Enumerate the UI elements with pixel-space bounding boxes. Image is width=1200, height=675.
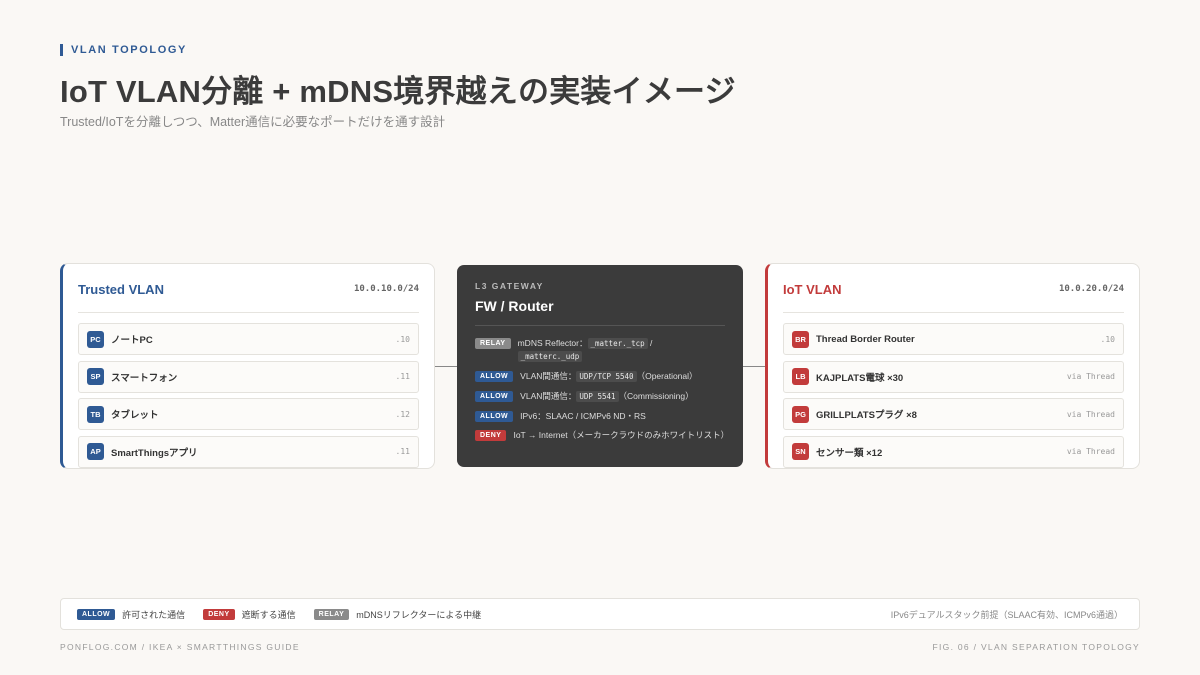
page-subtitle: Trusted/IoTを分離しつつ、Matter通信に必要なポートだけを通す設計 — [60, 115, 446, 129]
page-title: IoT VLAN分離 + mDNS境界越えの実装イメージ — [60, 74, 736, 109]
device-badge: AP — [87, 443, 104, 460]
device-badge: PC — [87, 330, 104, 348]
gateway-iot-link — [743, 366, 765, 367]
footer-figure-label: FIG. 06 / VLAN SEPARATION TOPOLOGY — [932, 642, 1140, 652]
rule-text: mDNS Reflector： _matter._tcp / _matterc._… — [517, 338, 653, 362]
deny-tag: DENY — [203, 608, 235, 620]
rule-code: _matter._tcp — [587, 338, 648, 349]
legend-deny-label: 遮断する通信 — [241, 609, 296, 620]
section-eyebrow: VLAN TOPOLOGY — [60, 44, 187, 56]
firewall-rules: RELAY mDNS Reflector： _matter._tcp / _mat… — [475, 337, 730, 441]
iot-vlan-header: IoT VLAN 10.0.20.0/24 — [783, 276, 1124, 313]
rule-item: ALLOW VLAN間通信： UDP/TCP 5540 （Operational） — [475, 370, 725, 383]
trusted-gateway-link — [435, 366, 457, 367]
device-badge: SN — [792, 443, 809, 460]
device-name: ノートPC — [111, 335, 153, 346]
device-badge: LB — [792, 368, 809, 385]
rule-code: UDP 5541 — [576, 390, 619, 402]
rule-item: ALLOW VLAN間通信： UDP 5541 （Commissioning） — [475, 390, 725, 403]
relay-tag: RELAY — [313, 608, 350, 620]
trusted-vlan-card: Trusted VLAN 10.0.10.0/24 PC ノートPC .10 SP… — [60, 263, 435, 469]
rule-text: VLAN間通信： UDP/TCP 5540 （Operational） — [520, 370, 698, 382]
device-badge: PG — [792, 405, 809, 423]
legend-relay: RELAY mDNSリフレクターによる中継 — [313, 608, 482, 621]
device-name: タブレット — [111, 410, 159, 421]
device-badge: BR — [792, 330, 809, 348]
legend-allow: ALLOW 許可された通信 — [77, 608, 185, 621]
footer-source: PONFLOG.COM / IKEA × SMARTTHINGS GUIDE — [60, 642, 300, 652]
device-item: PC ノートPC .10 — [78, 323, 419, 355]
rule-item: ALLOW IPv6：SLAAC / ICMPv6 ND・RS — [475, 410, 725, 422]
device-name: GRILLPLATSプラグ ×8 — [816, 410, 917, 421]
device-name: センサー類 ×12 — [816, 447, 883, 459]
device-address: .10 — [1100, 334, 1115, 344]
device-address: .11 — [395, 372, 410, 381]
allow-tag: ALLOW — [475, 370, 514, 382]
device-badge: SP — [87, 368, 104, 385]
gateway-title: FW / Router — [475, 298, 725, 326]
legend-items: ALLOW 許可された通信 DENY 遮断する通信 RELAY mDNSリフレク… — [77, 608, 499, 621]
device-item: SP スマートフォン .11 — [78, 360, 419, 393]
device-name: Thread Border Router — [816, 333, 915, 345]
rule-code: UDP/TCP 5540 — [576, 370, 637, 382]
allow-tag: ALLOW — [475, 410, 514, 422]
device-address: .12 — [395, 409, 410, 419]
device-address: .10 — [395, 334, 410, 344]
device-connection: via Thread — [1066, 372, 1115, 381]
trusted-vlan-header: Trusted VLAN 10.0.10.0/24 — [78, 276, 419, 313]
trusted-vlan-cidr: 10.0.10.0/24 — [353, 284, 419, 294]
iot-vlan-title: IoT VLAN — [783, 281, 842, 297]
iot-vlan-cidr: 10.0.20.0/24 — [1058, 284, 1124, 294]
deny-tag: DENY — [475, 429, 507, 441]
device-name: スマートフォン — [111, 372, 178, 384]
rule-item: DENY IoT → Internet（メーカークラウドのみホワイトリスト） — [475, 429, 730, 441]
legend-deny: DENY 遮断する通信 — [203, 608, 296, 621]
iot-vlan-card: IoT VLAN 10.0.20.0/24 BR Thread Border Ro… — [765, 263, 1140, 469]
device-item: AP SmartThingsアプリ .11 — [78, 435, 419, 468]
gateway-eyebrow: L3 GATEWAY — [475, 281, 544, 291]
legend-allow-label: 許可された通信 — [122, 609, 186, 620]
eyebrow-bar — [60, 44, 63, 56]
device-name: SmartThingsアプリ — [111, 447, 198, 459]
device-name: KAJPLATS電球 ×30 — [816, 372, 904, 384]
eyebrow-label: VLAN TOPOLOGY — [71, 44, 187, 56]
rule-code: _matterc._udp — [517, 350, 583, 362]
device-badge: TB — [87, 405, 104, 423]
trusted-vlan-title: Trusted VLAN — [78, 281, 164, 297]
device-item: PG GRILLPLATSプラグ ×8 via Thread — [783, 398, 1124, 430]
device-item: SN センサー類 ×12 via Thread — [783, 435, 1124, 468]
allow-tag: ALLOW — [77, 608, 116, 620]
rule-text: VLAN間通信： UDP 5541 （Commissioning） — [520, 390, 694, 402]
gateway-card: L3 GATEWAY FW / Router RELAY mDNS Reflec… — [457, 265, 743, 467]
legend-relay-label: mDNSリフレクターによる中継 — [356, 609, 482, 620]
rule-item: RELAY mDNS Reflector： _matter._tcp / _mat… — [475, 337, 725, 363]
device-item: BR Thread Border Router .10 — [783, 323, 1124, 355]
relay-tag: RELAY — [475, 338, 511, 349]
legend: ALLOW 許可された通信 DENY 遮断する通信 RELAY mDNSリフレク… — [60, 598, 1140, 630]
device-connection: via Thread — [1066, 447, 1115, 456]
device-item: TB タブレット .12 — [78, 398, 419, 430]
device-address: .11 — [395, 447, 410, 456]
legend-note: IPv6デュアルスタック前提（SLAAC有効、ICMPv6通過） — [890, 609, 1123, 620]
device-item: LB KAJPLATS電球 ×30 via Thread — [783, 360, 1124, 393]
allow-tag: ALLOW — [475, 390, 514, 402]
rule-text: IPv6：SLAAC / ICMPv6 ND・RS — [520, 410, 646, 421]
rule-text: IoT → Internet（メーカークラウドのみホワイトリスト） — [513, 429, 730, 440]
device-connection: via Thread — [1066, 409, 1115, 419]
